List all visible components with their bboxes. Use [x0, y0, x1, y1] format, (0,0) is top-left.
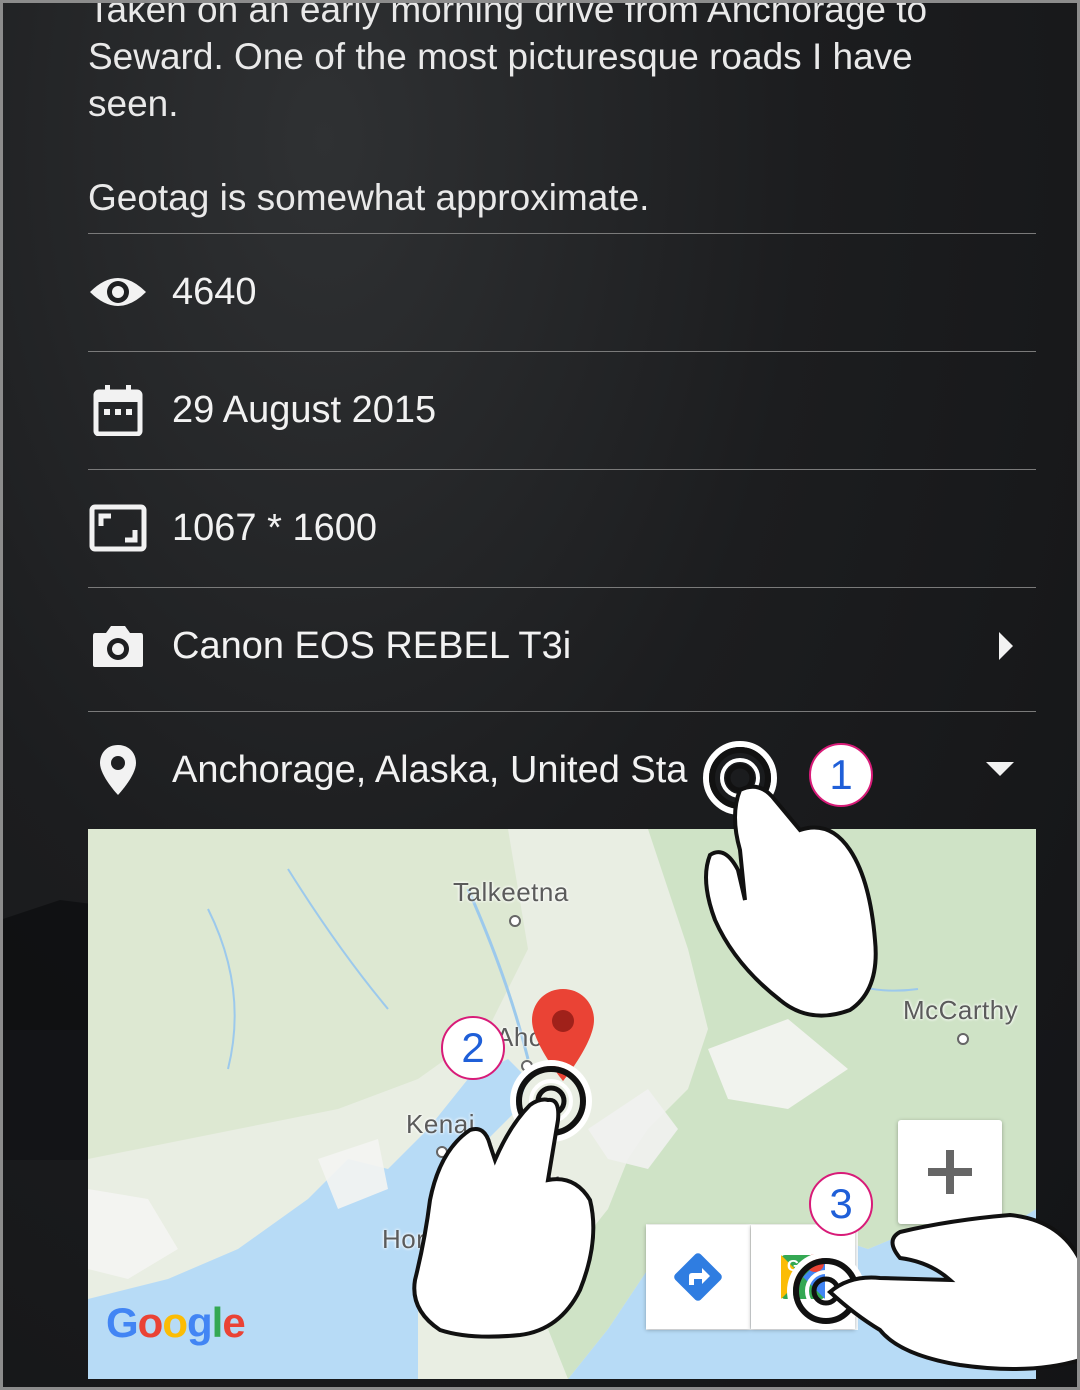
place-label-kenai: Kenai [406, 1109, 475, 1139]
directions-icon [674, 1253, 722, 1301]
date-row: 29 August 2015 [88, 370, 1036, 450]
photo-description: Taken on an early morning drive from Anc… [88, 0, 1028, 221]
camera-row[interactable]: Canon EOS REBEL T3i [88, 606, 1036, 686]
calendar-icon [88, 380, 148, 440]
open-in-maps-button[interactable]: G [751, 1225, 855, 1329]
dimensions-row: 1067 * 1600 [88, 488, 1036, 568]
geotag-note: Geotag is somewhat approximate. [88, 177, 650, 218]
plus-icon [928, 1150, 972, 1194]
divider [88, 469, 1036, 470]
map-marker-icon[interactable] [528, 987, 598, 1083]
divider [88, 711, 1036, 712]
place-label-seward: w [540, 1166, 560, 1196]
google-maps-icon: G [781, 1254, 825, 1299]
zoom-in-button[interactable] [898, 1120, 1002, 1224]
views-count: 4640 [172, 270, 257, 313]
directions-button[interactable] [646, 1225, 750, 1329]
description-line-3: seen. [88, 83, 179, 124]
chevron-right-icon[interactable] [996, 630, 1016, 667]
callout-2: 2 [441, 1016, 505, 1080]
divider [88, 351, 1036, 352]
aspect-ratio-icon [88, 498, 148, 558]
description-line-2: Seward. One of the most picturesque road… [88, 36, 913, 77]
dropdown-arrow-icon[interactable] [984, 760, 1016, 783]
location-row[interactable]: Anchorage, Alaska, United Sta [88, 730, 1036, 810]
svg-text:G: G [787, 1258, 799, 1275]
google-logo: Google [106, 1299, 246, 1346]
divider [88, 233, 1036, 234]
date-taken: 29 August 2015 [172, 388, 437, 431]
place-label-homer: Hor [382, 1224, 426, 1254]
callout-3: 3 [809, 1172, 873, 1236]
divider [88, 587, 1036, 588]
image-dimensions: 1067 * 1600 [172, 506, 377, 549]
location-pin-icon [88, 740, 148, 800]
kenai-dot [436, 1146, 448, 1158]
location-name: Anchorage, Alaska, United Sta [172, 748, 688, 791]
camera-icon [88, 616, 148, 676]
location-map[interactable]: Talkeetna McCarthy Kenai Hor Ahc w G Goo… [88, 829, 1036, 1379]
talkeetna-dot [509, 915, 521, 927]
map-terrain [88, 829, 1036, 1379]
eye-icon [88, 262, 148, 322]
mccarthy-dot [957, 1033, 969, 1045]
views-row: 4640 [88, 252, 1036, 332]
description-line-1: Taken on an early morning drive from Anc… [88, 0, 928, 30]
place-label-mccarthy: McCarthy [903, 995, 1019, 1025]
callout-1: 1 [809, 743, 873, 807]
camera-model: Canon EOS REBEL T3i [172, 624, 572, 667]
place-label-talkeetna: Talkeetna [453, 877, 569, 907]
